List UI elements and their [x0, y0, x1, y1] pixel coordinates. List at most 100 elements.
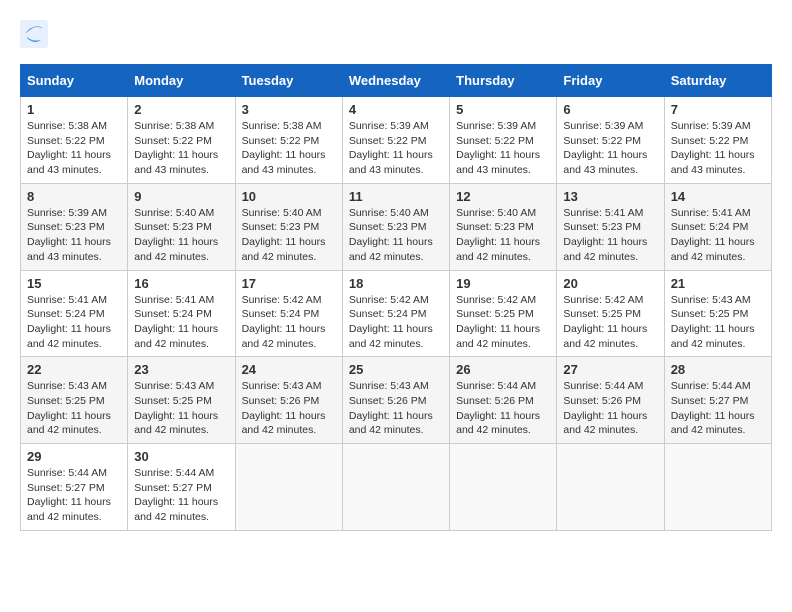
- day-info: Sunrise: 5:38 AM Sunset: 5:22 PM Dayligh…: [242, 119, 336, 178]
- day-number: 7: [671, 102, 765, 117]
- calendar-cell: 8 Sunrise: 5:39 AM Sunset: 5:23 PM Dayli…: [21, 183, 128, 270]
- calendar-cell: 29 Sunrise: 5:44 AM Sunset: 5:27 PM Dayl…: [21, 444, 128, 531]
- calendar-cell: 25 Sunrise: 5:43 AM Sunset: 5:26 PM Dayl…: [342, 357, 449, 444]
- day-number: 6: [563, 102, 657, 117]
- calendar-cell: 5 Sunrise: 5:39 AM Sunset: 5:22 PM Dayli…: [450, 97, 557, 184]
- calendar-cell: 1 Sunrise: 5:38 AM Sunset: 5:22 PM Dayli…: [21, 97, 128, 184]
- day-info: Sunrise: 5:41 AM Sunset: 5:24 PM Dayligh…: [671, 206, 765, 265]
- calendar-cell: 24 Sunrise: 5:43 AM Sunset: 5:26 PM Dayl…: [235, 357, 342, 444]
- day-info: Sunrise: 5:40 AM Sunset: 5:23 PM Dayligh…: [456, 206, 550, 265]
- calendar-table: SundayMondayTuesdayWednesdayThursdayFrid…: [20, 64, 772, 531]
- day-number: 13: [563, 189, 657, 204]
- calendar-cell: 16 Sunrise: 5:41 AM Sunset: 5:24 PM Dayl…: [128, 270, 235, 357]
- calendar-cell: 10 Sunrise: 5:40 AM Sunset: 5:23 PM Dayl…: [235, 183, 342, 270]
- day-number: 9: [134, 189, 228, 204]
- calendar-cell: 19 Sunrise: 5:42 AM Sunset: 5:25 PM Dayl…: [450, 270, 557, 357]
- day-info: Sunrise: 5:39 AM Sunset: 5:22 PM Dayligh…: [671, 119, 765, 178]
- day-info: Sunrise: 5:41 AM Sunset: 5:24 PM Dayligh…: [27, 293, 121, 352]
- day-info: Sunrise: 5:44 AM Sunset: 5:27 PM Dayligh…: [671, 379, 765, 438]
- day-number: 19: [456, 276, 550, 291]
- day-info: Sunrise: 5:39 AM Sunset: 5:23 PM Dayligh…: [27, 206, 121, 265]
- day-info: Sunrise: 5:43 AM Sunset: 5:25 PM Dayligh…: [134, 379, 228, 438]
- calendar-cell: [557, 444, 664, 531]
- calendar-cell: [342, 444, 449, 531]
- day-number: 23: [134, 362, 228, 377]
- day-info: Sunrise: 5:40 AM Sunset: 5:23 PM Dayligh…: [349, 206, 443, 265]
- day-number: 3: [242, 102, 336, 117]
- day-number: 24: [242, 362, 336, 377]
- weekday-header-wednesday: Wednesday: [342, 65, 449, 97]
- day-number: 12: [456, 189, 550, 204]
- calendar-cell: 23 Sunrise: 5:43 AM Sunset: 5:25 PM Dayl…: [128, 357, 235, 444]
- day-number: 16: [134, 276, 228, 291]
- calendar-cell: 17 Sunrise: 5:42 AM Sunset: 5:24 PM Dayl…: [235, 270, 342, 357]
- calendar-cell: [450, 444, 557, 531]
- calendar-cell: 15 Sunrise: 5:41 AM Sunset: 5:24 PM Dayl…: [21, 270, 128, 357]
- day-info: Sunrise: 5:39 AM Sunset: 5:22 PM Dayligh…: [563, 119, 657, 178]
- day-number: 11: [349, 189, 443, 204]
- day-info: Sunrise: 5:41 AM Sunset: 5:24 PM Dayligh…: [134, 293, 228, 352]
- day-number: 5: [456, 102, 550, 117]
- day-number: 17: [242, 276, 336, 291]
- day-info: Sunrise: 5:38 AM Sunset: 5:22 PM Dayligh…: [134, 119, 228, 178]
- weekday-header-tuesday: Tuesday: [235, 65, 342, 97]
- calendar-cell: 22 Sunrise: 5:43 AM Sunset: 5:25 PM Dayl…: [21, 357, 128, 444]
- day-info: Sunrise: 5:44 AM Sunset: 5:27 PM Dayligh…: [134, 466, 228, 525]
- day-info: Sunrise: 5:42 AM Sunset: 5:25 PM Dayligh…: [456, 293, 550, 352]
- calendar-week-1: 1 Sunrise: 5:38 AM Sunset: 5:22 PM Dayli…: [21, 97, 772, 184]
- day-number: 26: [456, 362, 550, 377]
- day-info: Sunrise: 5:43 AM Sunset: 5:26 PM Dayligh…: [242, 379, 336, 438]
- calendar-week-2: 8 Sunrise: 5:39 AM Sunset: 5:23 PM Dayli…: [21, 183, 772, 270]
- calendar-cell: 9 Sunrise: 5:40 AM Sunset: 5:23 PM Dayli…: [128, 183, 235, 270]
- calendar-cell: 6 Sunrise: 5:39 AM Sunset: 5:22 PM Dayli…: [557, 97, 664, 184]
- day-info: Sunrise: 5:42 AM Sunset: 5:24 PM Dayligh…: [242, 293, 336, 352]
- day-info: Sunrise: 5:40 AM Sunset: 5:23 PM Dayligh…: [242, 206, 336, 265]
- calendar-cell: 14 Sunrise: 5:41 AM Sunset: 5:24 PM Dayl…: [664, 183, 771, 270]
- calendar-cell: 13 Sunrise: 5:41 AM Sunset: 5:23 PM Dayl…: [557, 183, 664, 270]
- calendar-cell: 28 Sunrise: 5:44 AM Sunset: 5:27 PM Dayl…: [664, 357, 771, 444]
- day-number: 22: [27, 362, 121, 377]
- calendar-cell: 12 Sunrise: 5:40 AM Sunset: 5:23 PM Dayl…: [450, 183, 557, 270]
- day-info: Sunrise: 5:38 AM Sunset: 5:22 PM Dayligh…: [27, 119, 121, 178]
- day-number: 20: [563, 276, 657, 291]
- logo-icon: [20, 20, 48, 48]
- weekday-header-sunday: Sunday: [21, 65, 128, 97]
- calendar-cell: 30 Sunrise: 5:44 AM Sunset: 5:27 PM Dayl…: [128, 444, 235, 531]
- day-number: 2: [134, 102, 228, 117]
- day-info: Sunrise: 5:43 AM Sunset: 5:25 PM Dayligh…: [27, 379, 121, 438]
- day-number: 1: [27, 102, 121, 117]
- calendar-cell: 7 Sunrise: 5:39 AM Sunset: 5:22 PM Dayli…: [664, 97, 771, 184]
- day-number: 29: [27, 449, 121, 464]
- day-number: 25: [349, 362, 443, 377]
- day-info: Sunrise: 5:43 AM Sunset: 5:25 PM Dayligh…: [671, 293, 765, 352]
- calendar-cell: 4 Sunrise: 5:39 AM Sunset: 5:22 PM Dayli…: [342, 97, 449, 184]
- day-info: Sunrise: 5:44 AM Sunset: 5:26 PM Dayligh…: [456, 379, 550, 438]
- calendar-cell: [664, 444, 771, 531]
- weekday-header-row: SundayMondayTuesdayWednesdayThursdayFrid…: [21, 65, 772, 97]
- weekday-header-monday: Monday: [128, 65, 235, 97]
- day-number: 18: [349, 276, 443, 291]
- day-info: Sunrise: 5:40 AM Sunset: 5:23 PM Dayligh…: [134, 206, 228, 265]
- calendar-cell: 21 Sunrise: 5:43 AM Sunset: 5:25 PM Dayl…: [664, 270, 771, 357]
- day-info: Sunrise: 5:44 AM Sunset: 5:26 PM Dayligh…: [563, 379, 657, 438]
- day-info: Sunrise: 5:39 AM Sunset: 5:22 PM Dayligh…: [456, 119, 550, 178]
- day-number: 10: [242, 189, 336, 204]
- calendar-cell: 3 Sunrise: 5:38 AM Sunset: 5:22 PM Dayli…: [235, 97, 342, 184]
- weekday-header-saturday: Saturday: [664, 65, 771, 97]
- calendar-week-5: 29 Sunrise: 5:44 AM Sunset: 5:27 PM Dayl…: [21, 444, 772, 531]
- calendar-cell: 18 Sunrise: 5:42 AM Sunset: 5:24 PM Dayl…: [342, 270, 449, 357]
- calendar-cell: 26 Sunrise: 5:44 AM Sunset: 5:26 PM Dayl…: [450, 357, 557, 444]
- day-number: 21: [671, 276, 765, 291]
- page-header: [20, 20, 772, 48]
- day-number: 8: [27, 189, 121, 204]
- day-number: 4: [349, 102, 443, 117]
- weekday-header-friday: Friday: [557, 65, 664, 97]
- calendar-cell: [235, 444, 342, 531]
- calendar-cell: 20 Sunrise: 5:42 AM Sunset: 5:25 PM Dayl…: [557, 270, 664, 357]
- logo: [20, 20, 52, 48]
- day-info: Sunrise: 5:42 AM Sunset: 5:25 PM Dayligh…: [563, 293, 657, 352]
- day-info: Sunrise: 5:43 AM Sunset: 5:26 PM Dayligh…: [349, 379, 443, 438]
- day-info: Sunrise: 5:42 AM Sunset: 5:24 PM Dayligh…: [349, 293, 443, 352]
- day-number: 30: [134, 449, 228, 464]
- calendar-cell: 11 Sunrise: 5:40 AM Sunset: 5:23 PM Dayl…: [342, 183, 449, 270]
